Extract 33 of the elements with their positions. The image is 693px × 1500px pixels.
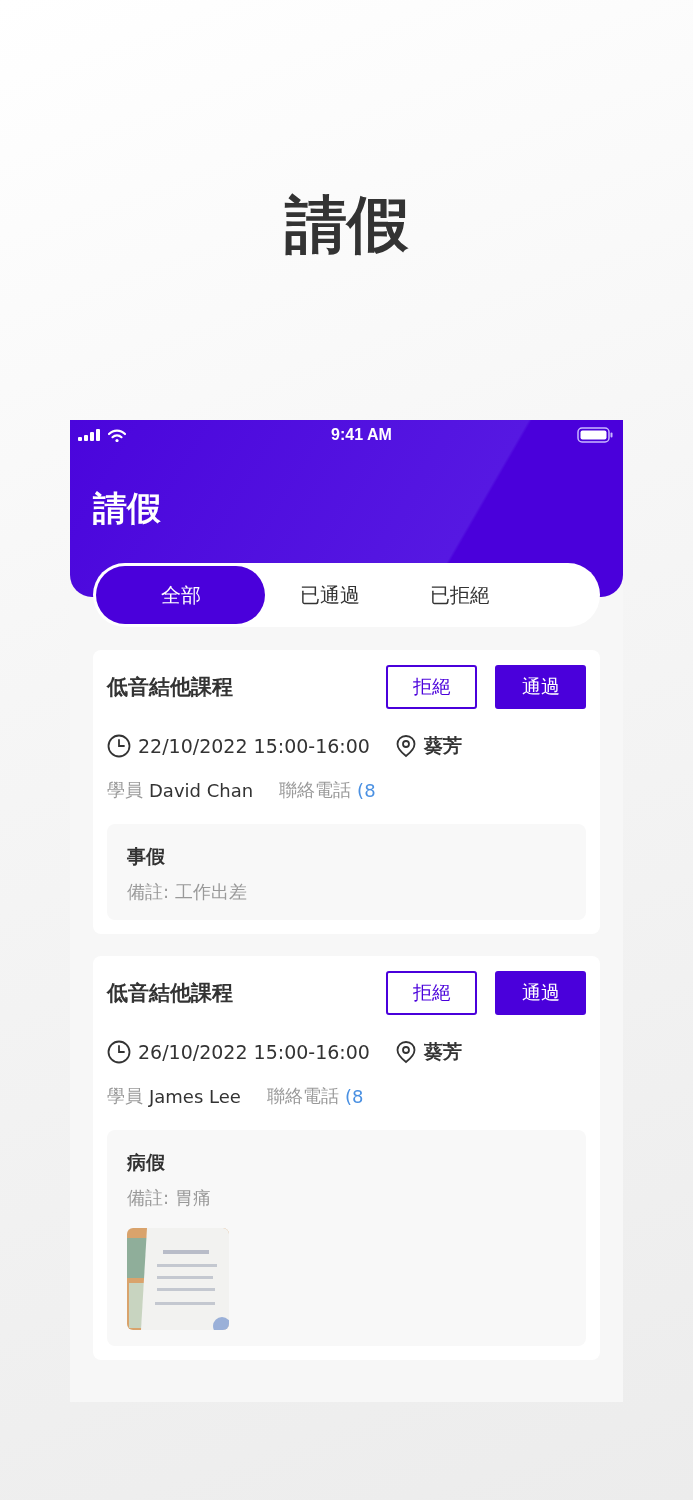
reject-button[interactable]: 拒絕 bbox=[386, 665, 477, 709]
remark: 備註: 胃痛 bbox=[127, 1186, 212, 1210]
reject-button[interactable]: 拒絕 bbox=[386, 971, 477, 1015]
battery-icon bbox=[577, 427, 613, 443]
page-title: 請假 bbox=[284, 187, 409, 263]
student-label: 學員 bbox=[107, 778, 143, 802]
leave-type: 事假 bbox=[127, 844, 166, 869]
contact-label: 聯絡電話 bbox=[266, 1084, 339, 1108]
clock-icon bbox=[107, 1040, 131, 1064]
status-time: 9:41 AM bbox=[331, 426, 392, 444]
approve-button[interactable]: 通過 bbox=[495, 665, 586, 709]
date-time: 22/10/2022 15:00-16:00 bbox=[138, 735, 370, 757]
location: 葵芳 bbox=[423, 1039, 462, 1064]
location-pin-icon bbox=[394, 734, 417, 758]
location-pin-icon bbox=[394, 1040, 417, 1064]
remark: 備註: 工作出差 bbox=[127, 880, 248, 904]
location: 葵芳 bbox=[423, 733, 462, 758]
tab[interactable]: 全部 bbox=[96, 566, 265, 624]
student-name: James Lee bbox=[149, 1085, 241, 1107]
contact-label: 聯絡電話 bbox=[279, 778, 352, 802]
wifi-icon bbox=[108, 428, 126, 442]
date-time: 26/10/2022 15:00-16:00 bbox=[138, 1041, 370, 1063]
tab[interactable]: 已通過 bbox=[265, 566, 395, 624]
screen-title: 請假 bbox=[93, 487, 162, 530]
signal-icon bbox=[78, 429, 102, 441]
leave-type: 病假 bbox=[127, 1150, 166, 1175]
course-title: 低音結他課程 bbox=[107, 674, 233, 701]
tab[interactable]: 已拒絕 bbox=[395, 566, 525, 624]
student-name: David Chan bbox=[149, 779, 254, 801]
course-title: 低音結他課程 bbox=[107, 980, 233, 1007]
student-label: 學員 bbox=[107, 1084, 143, 1108]
clock-icon bbox=[107, 734, 131, 758]
approve-button[interactable]: 通過 bbox=[495, 971, 586, 1015]
